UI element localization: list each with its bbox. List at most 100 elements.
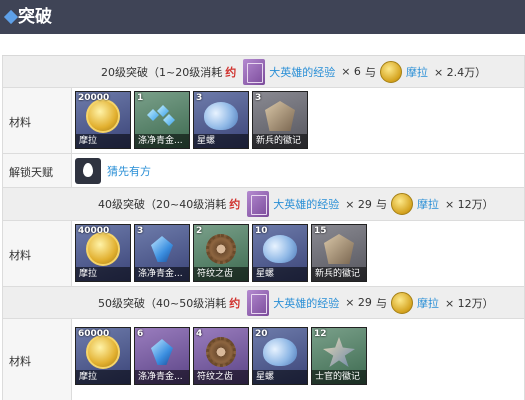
mora-coin-icon bbox=[390, 291, 413, 314]
material-list: 20000 摩拉 1 涤净青金... 3 星螺 3 新兵的徽记 bbox=[75, 91, 308, 149]
materials-label: 材料 bbox=[3, 88, 72, 153]
mora-link[interactable]: 摩拉 bbox=[406, 64, 428, 80]
material-count: 10 bbox=[255, 226, 268, 236]
section-title: 突破 bbox=[18, 7, 52, 27]
hero-exp-quantity: × 29 bbox=[345, 197, 372, 211]
material-card[interactable]: 20000 摩拉 bbox=[75, 91, 131, 149]
material-count: 6 bbox=[137, 329, 144, 339]
talent-name-link[interactable]: 猜先有方 bbox=[107, 154, 151, 187]
coin-icon bbox=[86, 232, 120, 266]
breakthrough-header-row: 20级突破（1~20级消耗约 大英雄的经验 × 6 与 摩拉 × 2.4万） bbox=[2, 56, 525, 88]
mora-link[interactable]: 摩拉 bbox=[417, 295, 439, 311]
gear-icon bbox=[206, 337, 236, 367]
talent-icon[interactable] bbox=[75, 158, 101, 184]
material-card[interactable]: 1 涤净青金... bbox=[134, 91, 190, 149]
materials-label-text: 材料 bbox=[9, 249, 31, 262]
gear-icon bbox=[206, 234, 236, 264]
material-count: 3 bbox=[137, 226, 144, 236]
material-name: 涤净青金... bbox=[135, 134, 189, 148]
material-count: 4 bbox=[196, 329, 203, 339]
material-name: 涤净青金... bbox=[135, 370, 189, 384]
coin-icon bbox=[86, 99, 120, 133]
material-card[interactable]: 4 符纹之齿 bbox=[193, 327, 249, 385]
hero-exp-book-icon bbox=[247, 289, 270, 316]
hero-exp-link[interactable]: 大英雄的经验 bbox=[269, 64, 335, 80]
materials-label: 材料 bbox=[3, 221, 72, 286]
material-list: 60000 摩拉 6 涤净青金... 4 符纹之齿 20 星螺 12 士官的徽记 bbox=[75, 327, 367, 385]
material-name: 新兵的徽记 bbox=[253, 134, 307, 148]
material-card[interactable]: 15 新兵的徽记 bbox=[311, 224, 367, 282]
material-name: 摩拉 bbox=[76, 267, 130, 281]
mora-coin-icon bbox=[390, 193, 413, 215]
material-name: 士官的徽记 bbox=[312, 370, 366, 384]
material-count: 12 bbox=[314, 329, 327, 339]
materials-row: 材料 20000 摩拉 1 涤净青金... 3 星螺 3 新兵的徽记 bbox=[2, 88, 525, 154]
material-card[interactable]: 3 新兵的徽记 bbox=[252, 91, 308, 149]
material-name: 星螺 bbox=[253, 370, 307, 384]
material-card[interactable]: 60000 摩拉 bbox=[75, 327, 131, 385]
mora-quantity: × 12万） bbox=[444, 296, 494, 310]
material-card[interactable]: 10 星螺 bbox=[252, 224, 308, 282]
material-list: 40000 摩拉 3 涤净青金... 2 符纹之齿 10 星螺 15 新兵的徽记 bbox=[75, 224, 367, 282]
hero-exp-link[interactable]: 大英雄的经验 bbox=[273, 295, 339, 311]
material-name: 涤净青金... bbox=[135, 267, 189, 281]
hero-exp-link[interactable]: 大英雄的经验 bbox=[273, 196, 339, 212]
mora-quantity: × 12万） bbox=[444, 198, 494, 211]
breakthrough-header-row: 40级突破（20~40级消耗约 大英雄的经验 × 29 与 摩拉 × 12万） bbox=[2, 188, 525, 221]
with-label: 与 bbox=[375, 296, 387, 310]
breakthrough-summary: 40级突破（20~40级消耗约 大英雄的经验 × 29 与 摩拉 × 12万） bbox=[98, 188, 494, 220]
consume-mark: 约 bbox=[229, 198, 241, 211]
material-card[interactable]: 2 符纹之齿 bbox=[193, 224, 249, 282]
with-label: 与 bbox=[375, 198, 387, 211]
breakthrough-heading: 40级突破（20~40级消耗 bbox=[98, 198, 227, 211]
material-count: 20000 bbox=[78, 93, 110, 103]
mora-coin-icon bbox=[379, 60, 402, 83]
material-name: 符纹之齿 bbox=[194, 267, 248, 281]
material-card[interactable]: 20 星螺 bbox=[252, 327, 308, 385]
material-count: 2 bbox=[196, 226, 203, 236]
conch-icon bbox=[263, 235, 297, 263]
materials-row: 材料 60000 摩拉 6 涤净青金... 4 符纹之齿 20 星螺 12 士官的徽记 bbox=[2, 319, 525, 400]
material-name: 摩拉 bbox=[76, 370, 130, 384]
talent-row: 解锁天赋 猜先有方 bbox=[2, 154, 525, 188]
mora-link[interactable]: 摩拉 bbox=[417, 196, 439, 212]
conch-icon bbox=[204, 102, 238, 130]
hero-exp-book-icon bbox=[247, 191, 270, 217]
materials-label-text: 材料 bbox=[9, 355, 31, 368]
material-name: 星螺 bbox=[194, 134, 248, 148]
hero-exp-quantity: × 6 bbox=[341, 65, 361, 78]
ascension-table: 20级突破（1~20级消耗约大英雄的经验 × 6 与摩拉 × 2.4万） 材料 20000… bbox=[2, 55, 525, 400]
material-card[interactable]: 6 涤净青金... bbox=[134, 327, 190, 385]
material-count: 40000 bbox=[78, 226, 110, 236]
consume-mark: 约 bbox=[229, 296, 241, 310]
breakthrough-heading: 50级突破（40~50级消耗 bbox=[98, 296, 227, 310]
material-card[interactable]: 3 涤净青金... bbox=[134, 224, 190, 282]
unlock-talent-label-text: 解锁天赋 bbox=[9, 166, 53, 179]
materials-label: 材料 bbox=[3, 319, 72, 400]
material-name: 摩拉 bbox=[76, 134, 130, 148]
material-name: 符纹之齿 bbox=[194, 370, 248, 384]
breakthrough-heading: 20级突破（1~20级消耗 bbox=[101, 65, 223, 79]
material-card[interactable]: 12 士官的徽记 bbox=[311, 327, 367, 385]
material-count: 3 bbox=[196, 93, 203, 103]
consume-mark: 约 bbox=[225, 65, 237, 79]
conch-icon bbox=[263, 338, 297, 366]
ascension-panel: 突破 20级突破（1~20级消耗约大英雄的经验 × 6 与摩拉 × 2.4万） 材料 20… bbox=[0, 0, 525, 400]
material-count: 20 bbox=[255, 329, 268, 339]
coin-icon bbox=[86, 335, 120, 369]
material-count: 15 bbox=[314, 226, 327, 236]
diamond-icon bbox=[3, 9, 19, 25]
materials-row: 材料 40000 摩拉 3 涤净青金... 2 符纹之齿 10 星螺 15 新兵的徽记 bbox=[2, 221, 525, 287]
mora-quantity: × 2.4万） bbox=[433, 65, 487, 79]
hero-exp-book-icon bbox=[243, 58, 266, 85]
hero-exp-quantity: × 29 bbox=[345, 296, 372, 309]
breakthrough-header-row: 50级突破（40~50级消耗约 大英雄的经验 × 29 与 摩拉 × 12万） bbox=[2, 287, 525, 319]
material-card[interactable]: 3 星螺 bbox=[193, 91, 249, 149]
breakthrough-summary: 50级突破（40~50级消耗约 大英雄的经验 × 29 与 摩拉 × 12万） bbox=[98, 287, 494, 318]
material-name: 新兵的徽记 bbox=[312, 267, 366, 281]
material-name: 星螺 bbox=[253, 267, 307, 281]
material-count: 3 bbox=[255, 93, 262, 103]
unlock-talent-label: 解锁天赋 bbox=[3, 154, 72, 187]
breakthrough-summary: 20级突破（1~20级消耗约 大英雄的经验 × 6 与 摩拉 × 2.4万） bbox=[101, 56, 486, 87]
material-card[interactable]: 40000 摩拉 bbox=[75, 224, 131, 282]
